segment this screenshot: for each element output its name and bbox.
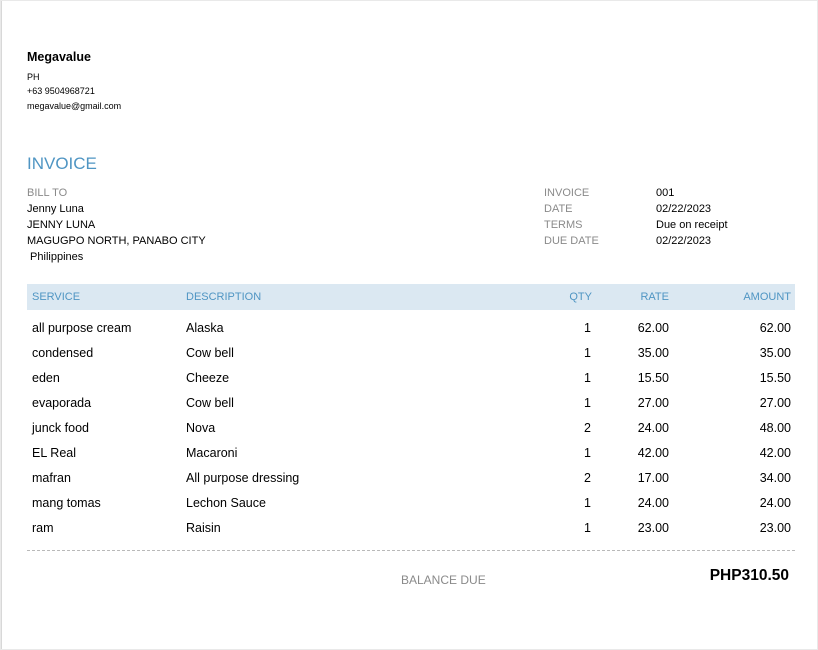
date-label: DATE [544, 203, 573, 215]
due-date-value: 02/22/2023 [656, 235, 712, 247]
amount-cell: 15.50 [759, 371, 791, 385]
bill-to-address: MAGUGPO NORTH, PANABO CITY [27, 235, 206, 247]
service-cell: eden [32, 371, 60, 385]
company-phone: +63 9504968721 [27, 86, 95, 96]
amount-cell: 24.00 [759, 496, 791, 510]
date-value: 02/22/2023 [656, 203, 712, 215]
description-cell: Cheeze [186, 371, 230, 385]
invoice-number-label: INVOICE [544, 187, 590, 199]
qty-cell: 1 [584, 496, 591, 510]
amount-cell: 35.00 [759, 346, 791, 360]
invoice-title: INVOICE [27, 154, 97, 173]
rate-cell: 62.00 [637, 321, 669, 335]
description-cell: Lechon Sauce [186, 496, 266, 510]
service-cell: condensed [32, 346, 94, 360]
amount-cell: 34.00 [759, 471, 791, 485]
qty-cell: 2 [584, 421, 591, 435]
service-cell: mafran [32, 471, 71, 485]
invoice-number-value: 001 [656, 187, 675, 199]
service-cell: evaporada [32, 396, 92, 410]
rate-cell: 17.00 [637, 471, 669, 485]
company-country: PH [27, 72, 40, 82]
company-name: Megavalue [27, 50, 91, 64]
items-table-header: SERVICE DESCRIPTION QTY RATE AMOUNT [27, 284, 795, 310]
amount-cell: 42.00 [759, 446, 791, 460]
rate-column-header: RATE [640, 291, 669, 303]
table-row: EL Real Macaroni 1 42.00 42.00 [27, 446, 795, 466]
table-row: ram Raisin 1 23.00 23.00 [27, 521, 795, 541]
invoice-page: Megavalue PH +63 9504968721 megavalue@gm… [1, 1, 817, 649]
service-column-header: SERVICE [32, 291, 81, 303]
service-cell: all purpose cream [32, 321, 132, 335]
terms-value: Due on receipt [656, 219, 728, 231]
rate-cell: 35.00 [637, 346, 669, 360]
amount-cell: 23.00 [759, 521, 791, 535]
qty-cell: 1 [584, 346, 591, 360]
table-row: condensed Cow bell 1 35.00 35.00 [27, 346, 795, 366]
balance-due-amount: PHP310.50 [709, 567, 789, 584]
rate-cell: 42.00 [637, 446, 669, 460]
table-row: eden Cheeze 1 15.50 15.50 [27, 371, 795, 391]
terms-label: TERMS [544, 219, 583, 231]
service-cell: junck food [32, 421, 89, 435]
table-row: mang tomas Lechon Sauce 1 24.00 24.00 [27, 496, 795, 516]
qty-cell: 2 [584, 471, 591, 485]
description-cell: Raisin [186, 521, 221, 535]
table-row: mafran All purpose dressing 2 17.00 34.0… [27, 471, 795, 491]
service-cell: ram [32, 521, 54, 535]
description-column-header: DESCRIPTION [186, 291, 262, 303]
bill-to-country: Philippines [27, 251, 84, 263]
description-cell: Macaroni [186, 446, 238, 460]
rate-cell: 24.00 [637, 496, 669, 510]
due-date-label: DUE DATE [544, 235, 599, 247]
company-email: megavalue@gmail.com [27, 101, 122, 111]
bill-to-label: BILL TO [27, 187, 68, 199]
description-cell: Alaska [186, 321, 224, 335]
rate-cell: 24.00 [637, 421, 669, 435]
amount-cell: 62.00 [759, 321, 791, 335]
amount-cell: 27.00 [759, 396, 791, 410]
description-cell: Nova [186, 421, 216, 435]
qty-column-header: QTY [569, 291, 592, 303]
qty-cell: 1 [584, 446, 591, 460]
bill-to-name: Jenny Luna [27, 203, 84, 215]
rate-cell: 23.00 [637, 521, 669, 535]
totals-divider [27, 550, 795, 551]
qty-cell: 1 [584, 371, 591, 385]
qty-cell: 1 [584, 396, 591, 410]
amount-column-header: AMOUNT [743, 291, 791, 303]
table-row: all purpose cream Alaska 1 62.00 62.00 [27, 321, 795, 341]
qty-cell: 1 [584, 321, 591, 335]
balance-due-label: BALANCE DUE [401, 573, 486, 587]
bill-to-company: JENNY LUNA [27, 219, 96, 231]
table-row: evaporada Cow bell 1 27.00 27.00 [27, 396, 795, 416]
description-cell: Cow bell [186, 396, 234, 410]
qty-cell: 1 [584, 521, 591, 535]
rate-cell: 15.50 [637, 371, 669, 385]
table-row: junck food Nova 2 24.00 48.00 [27, 421, 795, 441]
description-cell: All purpose dressing [186, 471, 300, 485]
service-cell: mang tomas [32, 496, 101, 510]
service-cell: EL Real [32, 446, 77, 460]
rate-cell: 27.00 [637, 396, 669, 410]
amount-cell: 48.00 [759, 421, 791, 435]
description-cell: Cow bell [186, 346, 234, 360]
